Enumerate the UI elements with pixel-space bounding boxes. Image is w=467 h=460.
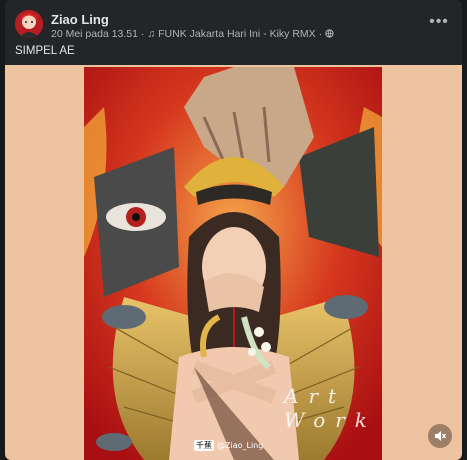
post-header: Ziao Ling 20 Mei pada 13.51 · ♫ FUNK Jak…: [15, 10, 452, 42]
avatar-image: [15, 10, 43, 38]
watermark-tag: 千蕉: [194, 440, 214, 451]
post-card: Ziao Ling 20 Mei pada 13.51 · ♫ FUNK Jak…: [5, 0, 462, 460]
mute-speaker-icon[interactable]: [428, 424, 452, 448]
post-media[interactable]: Art Work 千蕉 @Ziao_Ling: [5, 65, 462, 460]
artwork-image: Art Work 千蕉 @Ziao_Ling: [84, 67, 382, 460]
music-note-icon: ♫: [147, 28, 156, 41]
author-avatar[interactable]: [15, 10, 43, 38]
watermark-handle: @Ziao_Ling: [217, 441, 264, 450]
public-globe-icon: [325, 28, 334, 40]
music-text[interactable]: FUNK Jakarta Hari Ini - Kiky RMX: [158, 28, 316, 40]
post-caption: SIMPEL AE: [15, 45, 75, 57]
author-name[interactable]: Ziao Ling: [51, 12, 109, 27]
more-options-button[interactable]: •••: [428, 14, 450, 32]
artwork-watermark: 千蕉 @Ziao_Ling: [194, 440, 263, 451]
artwork-signature: Art Work: [284, 384, 377, 432]
meta-separator-2: ·: [318, 28, 323, 41]
meta-separator: ·: [140, 28, 145, 41]
post-meta: 20 Mei pada 13.51 · ♫ FUNK Jakarta Hari …: [51, 28, 334, 40]
post-timestamp[interactable]: 20 Mei pada 13.51: [51, 28, 138, 40]
